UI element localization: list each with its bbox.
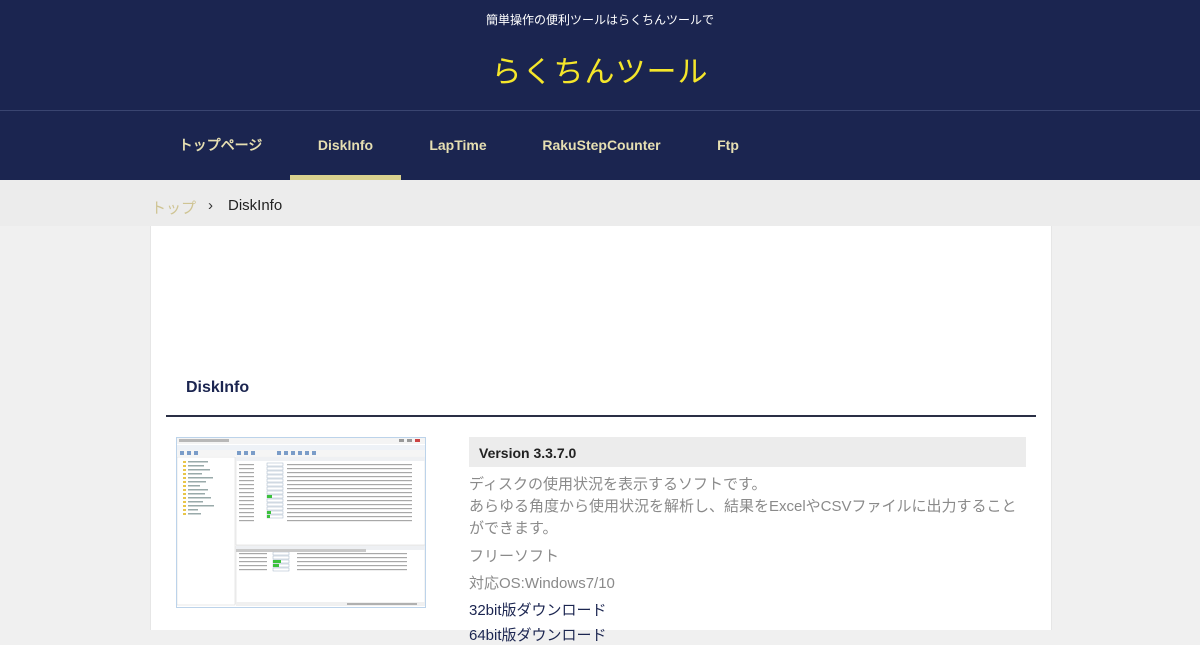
- download-64bit-link[interactable]: 64bit版ダウンロード: [469, 624, 607, 645]
- license-text: フリーソフト: [469, 548, 560, 565]
- description: ディスクの使用状況を表示するソフトです。 あらゆる角度から使用状況を解析し、結果…: [469, 474, 1026, 540]
- os-support-text: 対応OS:Windows7/10: [469, 575, 615, 592]
- version-header: Version 3.3.7.0: [469, 437, 1026, 467]
- main-content: DiskInfo Version 3.3.7.0 ディスクの使用状況を表示するソ…: [150, 226, 1052, 644]
- nav-item-rakustepcounter[interactable]: RakuStepCounter: [515, 111, 688, 180]
- download-32bit-link[interactable]: 32bit版ダウンロード: [469, 599, 607, 620]
- site-tagline: 簡単操作の便利ツールはらくちんツールで: [485, 13, 714, 27]
- breadcrumb-home-link[interactable]: トップ: [151, 197, 196, 218]
- nav-item-ftp[interactable]: Ftp: [688, 111, 768, 180]
- description-line: ディスクの使用状況を表示するソフトです。: [469, 476, 767, 493]
- nav-item-laptime[interactable]: LapTime: [401, 111, 515, 180]
- nav-item-diskinfo[interactable]: DiskInfo: [290, 111, 401, 180]
- version-label: Version 3.3.7.0: [479, 445, 577, 461]
- section-title: DiskInfo: [186, 379, 250, 396]
- breadcrumb-separator: ›: [208, 197, 213, 214]
- site-header: 簡単操作の便利ツールはらくちんツールで らくちんツール: [0, 0, 1200, 110]
- nav-item-top[interactable]: トップページ: [151, 111, 290, 180]
- breadcrumb-current: DiskInfo: [228, 197, 283, 214]
- section-divider: [166, 415, 1036, 417]
- breadcrumb: トップ › DiskInfo: [0, 180, 1200, 226]
- site-title[interactable]: らくちんツール: [0, 47, 1200, 91]
- description-line: あらゆる角度から使用状況を解析し、結果をExcelやCSVファイルに出力すること…: [469, 498, 1017, 537]
- app-window-image: [177, 438, 425, 607]
- main-nav: トップページ DiskInfo LapTime RakuStepCounter …: [0, 110, 1200, 180]
- app-screenshot-thumbnail[interactable]: [176, 437, 426, 608]
